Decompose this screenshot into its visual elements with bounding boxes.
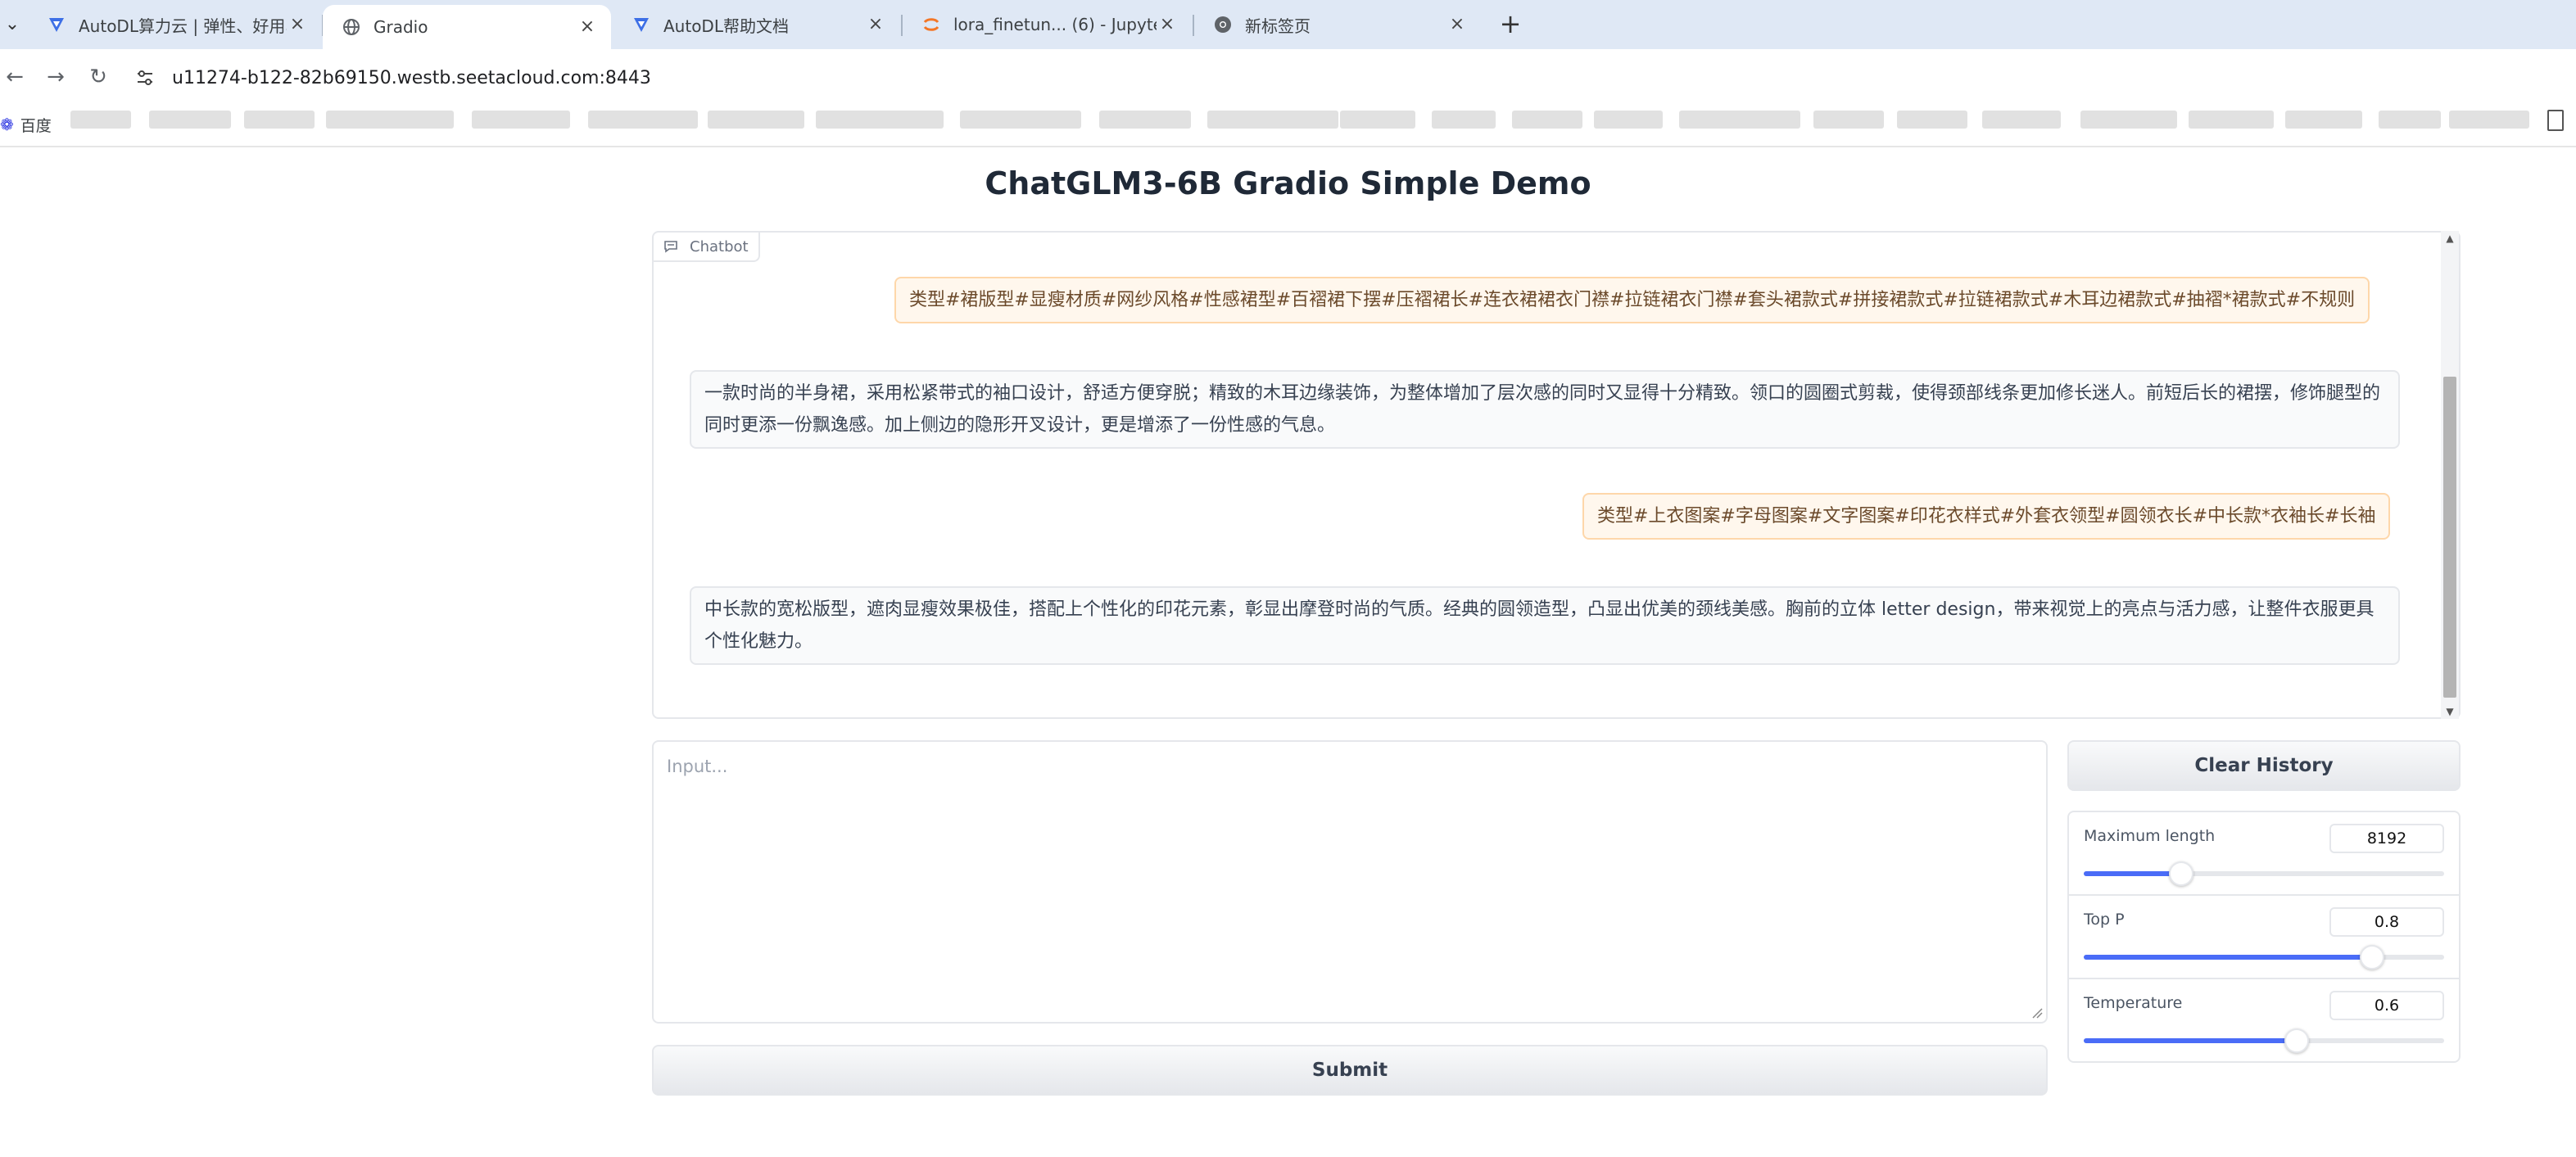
scrollbar-thumb[interactable] xyxy=(2443,377,2456,698)
user-message: 类型#上衣图案#字母图案#文字图案#印花衣样式#外套衣领型#圆领衣长#中长款*衣… xyxy=(1582,493,2391,540)
slider-fill xyxy=(2084,955,2372,960)
bookmark-blurred[interactable] xyxy=(1982,111,2061,129)
user-message: 类型#裙版型#显瘦材质#网纱风格#性感裙型#百褶裙下摆#压褶裙长#连衣裙裙衣门襟… xyxy=(894,277,2370,323)
bookmark-blurred[interactable] xyxy=(149,111,231,129)
top-p-slider[interactable] xyxy=(2084,945,2444,969)
param-label: Maximum length xyxy=(2084,827,2216,845)
param-label: Top P xyxy=(2084,911,2125,929)
close-icon[interactable]: × xyxy=(1446,14,1468,35)
slider-handle[interactable] xyxy=(2360,945,2384,969)
close-icon[interactable]: × xyxy=(1157,14,1178,35)
chatbot-scrollbar[interactable]: ▲ ▼ xyxy=(2441,231,2459,719)
browser-tab-autodl[interactable]: AutoDL算力云 | 弹性、好用、省钱 × xyxy=(28,7,321,43)
bookmark-blurred[interactable] xyxy=(2189,111,2274,129)
back-arrow-icon[interactable]: ← xyxy=(0,62,29,92)
resize-grip-icon[interactable] xyxy=(2031,1007,2043,1019)
submit-button[interactable]: Submit xyxy=(652,1045,2048,1096)
clear-history-button[interactable]: Clear History xyxy=(2067,740,2461,791)
bookmark-blurred[interactable] xyxy=(326,111,454,129)
tab-title: lora_finetun... (6) - JupyterLab xyxy=(953,15,1157,34)
bookmark-blurred[interactable] xyxy=(2379,111,2441,129)
bookmark-blurred[interactable] xyxy=(1512,111,1582,129)
slider-fill xyxy=(2084,1038,2297,1043)
tab-title: AutoDL帮助文档 xyxy=(663,16,789,36)
close-icon[interactable]: × xyxy=(287,14,308,35)
bookmark-blurred[interactable] xyxy=(1099,111,1191,129)
browser-toolbar: ← → ↻ u11274-b122-82b69150.westb.seetacl… xyxy=(0,49,2576,105)
new-tab-plus-icon[interactable]: + xyxy=(1494,11,1527,38)
browser-tab-new-tab[interactable]: 新标签页 × xyxy=(1194,7,1481,43)
close-icon[interactable]: × xyxy=(577,16,598,38)
close-icon[interactable]: × xyxy=(865,14,886,35)
max-length-slider[interactable] xyxy=(2084,861,2444,886)
bookmark-blurred[interactable] xyxy=(588,111,698,129)
tab-title: 新标签页 xyxy=(1245,16,1311,36)
param-temperature: Temperature 0.6 xyxy=(2069,979,2459,1061)
bookmark-blurred[interactable] xyxy=(1594,111,1663,129)
chatbot-label: Chatbot xyxy=(654,233,760,262)
bookmark-blurred[interactable] xyxy=(1432,111,1496,129)
tab-search-chevron-icon[interactable]: ⌄ xyxy=(3,13,21,36)
bookmark-blurred[interactable] xyxy=(708,111,804,129)
chat-bubble-icon xyxy=(663,240,680,253)
slider-handle[interactable] xyxy=(2284,1028,2309,1053)
jupyter-logo-icon xyxy=(921,14,942,35)
bookmark-blurred[interactable] xyxy=(960,111,1081,129)
message-input-box xyxy=(652,740,2048,1024)
bookmark-blurred[interactable] xyxy=(2080,111,2177,129)
bookmark-blurred[interactable] xyxy=(2449,111,2529,129)
browser-tab-gradio[interactable]: Gradio × xyxy=(323,5,611,49)
bookmark-blurred[interactable] xyxy=(816,111,944,129)
chrome-logo-icon xyxy=(1212,14,1234,35)
baidu-paw-icon: ❁ xyxy=(0,115,14,134)
address-bar[interactable]: u11274-b122-82b69150.westb.seetacloud.co… xyxy=(131,61,2556,95)
generation-params-panel: Maximum length 8192 Top P 0.8 Temperatur… xyxy=(2067,811,2461,1063)
top-p-number-input[interactable]: 0.8 xyxy=(2329,907,2444,937)
slider-handle[interactable] xyxy=(2168,861,2193,886)
temperature-slider[interactable] xyxy=(2084,1028,2444,1053)
url-text: u11274-b122-82b69150.westb.seetacloud.co… xyxy=(172,67,651,88)
message-input[interactable] xyxy=(654,742,2046,1022)
forward-arrow-icon[interactable]: → xyxy=(41,62,70,92)
page-title: ChatGLM3-6B Gradio Simple Demo xyxy=(985,165,1591,201)
bookmark-blurred[interactable] xyxy=(472,111,570,129)
autodl-logo-icon xyxy=(631,14,652,35)
divider xyxy=(0,146,2576,147)
bookmark-label: 百度 xyxy=(20,116,52,135)
temperature-number-input[interactable]: 0.6 xyxy=(2329,991,2444,1020)
bookmark-blurred[interactable] xyxy=(1897,111,1967,129)
max-length-number-input[interactable]: 8192 xyxy=(2329,824,2444,853)
param-label: Temperature xyxy=(2084,994,2183,1012)
browser-tab-autodl-docs[interactable]: AutoDL帮助文档 × xyxy=(613,7,899,43)
browser-tab-strip: ⌄ AutoDL算力云 | 弹性、好用、省钱 × Gradio × AutoDL… xyxy=(0,0,2576,49)
bookmark-blurred[interactable] xyxy=(70,111,131,129)
bot-message: 中长款的宽松版型，遮肉显瘦效果极佳，搭配上个性化的印花元素，彰显出摩登时尚的气质… xyxy=(690,586,2400,665)
scroll-up-arrow-icon[interactable]: ▲ xyxy=(2441,231,2459,246)
param-top-p: Top P 0.8 xyxy=(2069,896,2459,979)
bookmark-blurred[interactable] xyxy=(244,111,315,129)
bookmark-blurred[interactable] xyxy=(2285,111,2362,129)
bookmark-blurred[interactable] xyxy=(1207,111,1338,129)
param-max-length: Maximum length 8192 xyxy=(2069,812,2459,896)
bot-message: 一款时尚的半身裙，采用松紧带式的袖口设计，舒适方便穿脱；精致的木耳边缘装饰，为整… xyxy=(690,370,2400,449)
globe-icon xyxy=(341,16,362,38)
bookmarks-overflow-icon[interactable] xyxy=(2547,110,2564,131)
scroll-down-arrow-icon[interactable]: ▼ xyxy=(2441,704,2459,719)
reload-icon[interactable]: ↻ xyxy=(84,62,113,92)
bookmark-blurred[interactable] xyxy=(1679,111,1800,129)
slider-fill xyxy=(2084,871,2181,876)
bookmark-blurred[interactable] xyxy=(1340,111,1415,129)
tab-title: Gradio xyxy=(373,17,428,37)
chatbot-panel: Chatbot 类型#裙版型#显瘦材质#网纱风格#性感裙型#百褶裙下摆#压褶裙长… xyxy=(652,231,2461,719)
bookmark-blurred[interactable] xyxy=(1813,111,1884,129)
bookmark-baidu[interactable]: ❁ 百度 xyxy=(0,113,52,136)
browser-tab-jupyterlab[interactable]: lora_finetun... (6) - JupyterLab × xyxy=(903,7,1191,43)
chatbot-label-text: Chatbot xyxy=(690,237,749,255)
site-info-tune-icon[interactable] xyxy=(131,64,159,92)
autodl-logo-icon xyxy=(46,14,67,35)
tab-title: AutoDL算力云 | 弹性、好用、省钱 xyxy=(79,16,287,36)
